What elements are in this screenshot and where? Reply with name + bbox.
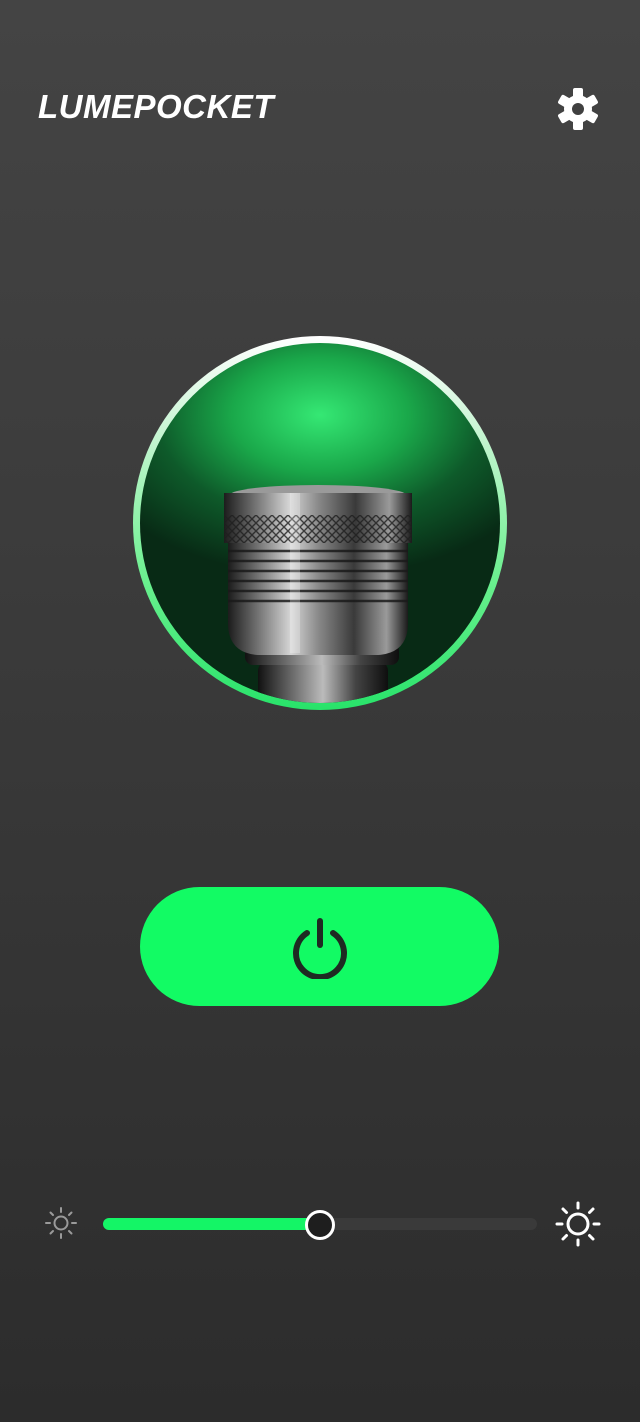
power-icon <box>292 917 347 979</box>
power-button[interactable] <box>140 887 499 1006</box>
flashlight-head-image <box>140 343 500 703</box>
settings-button[interactable] <box>553 84 603 134</box>
flashlight-lamp <box>133 336 507 710</box>
sun-small-icon <box>45 1207 77 1239</box>
sun-large-icon <box>555 1201 601 1247</box>
gear-icon <box>558 88 598 130</box>
slider-thumb[interactable] <box>305 1210 335 1240</box>
slider-fill <box>103 1218 320 1230</box>
brightness-slider[interactable] <box>103 1209 537 1240</box>
app-title: LUMEPOCKET <box>38 88 274 125</box>
